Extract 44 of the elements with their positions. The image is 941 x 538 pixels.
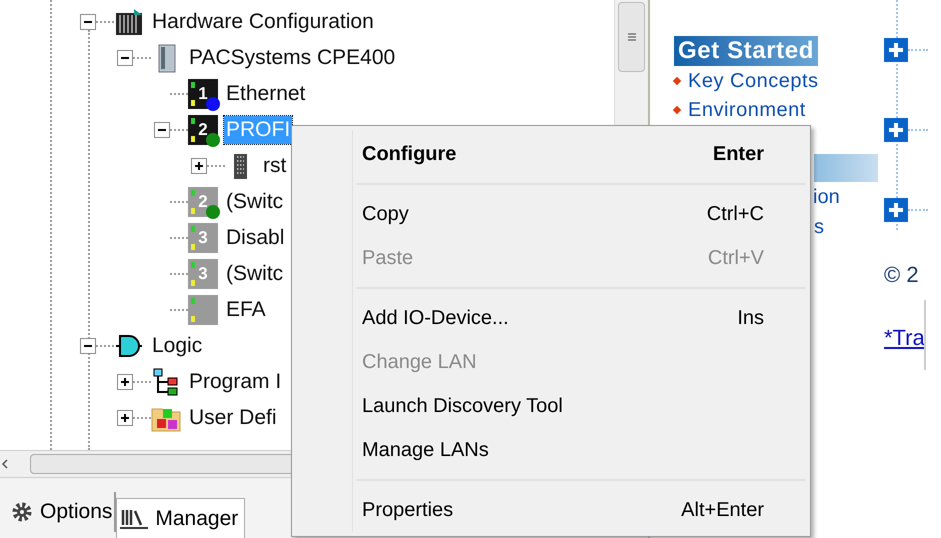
port-icon: 2 — [188, 187, 218, 217]
footnote-link[interactable]: *Tra — [884, 321, 928, 354]
menu-item[interactable]: Properties Alt+Enter — [296, 488, 810, 532]
help-link[interactable]: Key Concepts — [688, 66, 819, 96]
tree-item[interactable]: Hardware Configuration — [150, 8, 376, 36]
section-heading: Get Started — [674, 36, 818, 66]
help-link[interactable]: Environment — [688, 94, 806, 124]
tab[interactable]: Manager — [116, 498, 246, 538]
scrollbar-thumb[interactable] — [618, 2, 645, 72]
rack-icon — [114, 7, 144, 37]
expand-icon[interactable] — [191, 158, 207, 174]
gear-icon — [10, 500, 34, 524]
port-icon: 2 — [188, 115, 218, 145]
plus-icon — [120, 377, 130, 387]
grip-icon — [626, 32, 636, 42]
bullet-icon — [672, 76, 682, 85]
menu-item[interactable]: Configure Enter — [296, 132, 810, 176]
collapse-icon[interactable] — [154, 122, 170, 138]
port-icon: 3 — [188, 259, 218, 289]
plus-icon — [120, 413, 130, 423]
tree-item[interactable]: Program I — [187, 368, 284, 396]
expand-icon[interactable] — [117, 410, 133, 426]
tree-item[interactable]: Ethernet — [224, 80, 308, 108]
bullet-icon — [672, 105, 682, 114]
menu-item[interactable]: Launch Discovery Tool — [296, 384, 810, 428]
menu-item[interactable]: Add IO-Device... Ins — [296, 296, 810, 340]
help-link[interactable]: ion — [813, 182, 840, 212]
tree-item[interactable]: Logic — [150, 332, 204, 360]
collapse-icon[interactable] — [117, 50, 133, 66]
menu-item[interactable]: Copy Ctrl+C — [296, 192, 810, 236]
help-link[interactable]: s — [814, 212, 824, 242]
tree-item[interactable]: rst — [261, 152, 288, 180]
tree-item[interactable]: User Defi — [187, 404, 279, 432]
port-icon: 1 — [188, 79, 218, 109]
tree-item[interactable]: PACSystems CPE400 — [187, 44, 398, 72]
scroll-left-icon[interactable] — [0, 458, 10, 470]
port-icon: 3 — [188, 223, 218, 253]
collapse-icon[interactable] — [80, 14, 96, 30]
copyright-text: © 2 — [884, 261, 920, 289]
plus-icon — [194, 161, 204, 171]
expand-icon[interactable] — [117, 374, 133, 390]
menu-item[interactable]: Manage LANs — [296, 428, 810, 472]
section-heading — [814, 154, 878, 182]
collapse-icon[interactable] — [80, 338, 96, 354]
